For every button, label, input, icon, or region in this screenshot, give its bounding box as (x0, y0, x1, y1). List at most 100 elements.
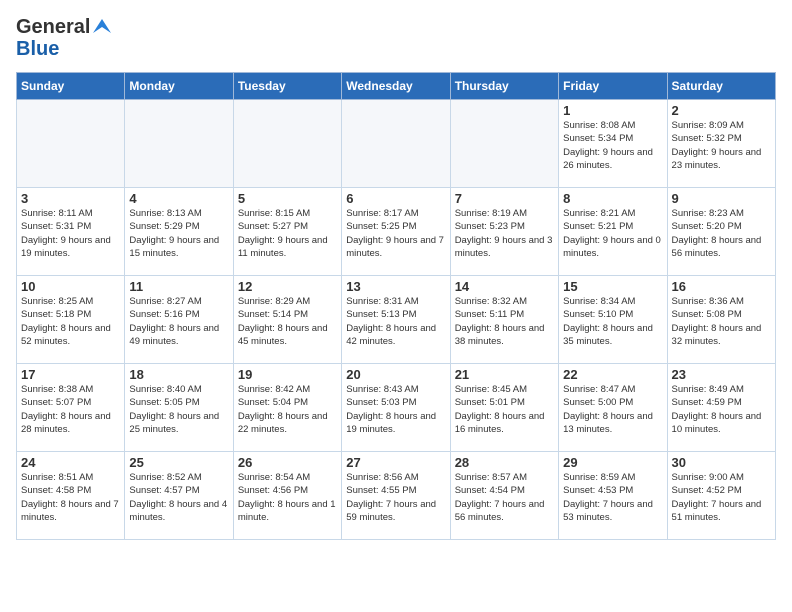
day-number: 16 (672, 279, 771, 294)
calendar-cell: 28Sunrise: 8:57 AM Sunset: 4:54 PM Dayli… (450, 452, 558, 540)
logo: General Blue (16, 16, 111, 60)
day-number: 29 (563, 455, 662, 470)
calendar-cell: 27Sunrise: 8:56 AM Sunset: 4:55 PM Dayli… (342, 452, 450, 540)
calendar-cell (17, 100, 125, 188)
day-info: Sunrise: 8:09 AM Sunset: 5:32 PM Dayligh… (672, 119, 771, 172)
calendar-cell (450, 100, 558, 188)
day-info: Sunrise: 8:45 AM Sunset: 5:01 PM Dayligh… (455, 383, 554, 436)
calendar-week-5: 24Sunrise: 8:51 AM Sunset: 4:58 PM Dayli… (17, 452, 776, 540)
day-info: Sunrise: 8:23 AM Sunset: 5:20 PM Dayligh… (672, 207, 771, 260)
calendar-cell: 7Sunrise: 8:19 AM Sunset: 5:23 PM Daylig… (450, 188, 558, 276)
calendar-cell: 30Sunrise: 9:00 AM Sunset: 4:52 PM Dayli… (667, 452, 775, 540)
calendar-cell: 25Sunrise: 8:52 AM Sunset: 4:57 PM Dayli… (125, 452, 233, 540)
calendar-cell: 10Sunrise: 8:25 AM Sunset: 5:18 PM Dayli… (17, 276, 125, 364)
day-number: 15 (563, 279, 662, 294)
day-info: Sunrise: 8:21 AM Sunset: 5:21 PM Dayligh… (563, 207, 662, 260)
calendar-cell: 2Sunrise: 8:09 AM Sunset: 5:32 PM Daylig… (667, 100, 775, 188)
day-info: Sunrise: 8:56 AM Sunset: 4:55 PM Dayligh… (346, 471, 445, 524)
day-number: 10 (21, 279, 120, 294)
day-info: Sunrise: 9:00 AM Sunset: 4:52 PM Dayligh… (672, 471, 771, 524)
calendar-cell: 24Sunrise: 8:51 AM Sunset: 4:58 PM Dayli… (17, 452, 125, 540)
calendar-cell: 9Sunrise: 8:23 AM Sunset: 5:20 PM Daylig… (667, 188, 775, 276)
calendar-week-3: 10Sunrise: 8:25 AM Sunset: 5:18 PM Dayli… (17, 276, 776, 364)
day-number: 21 (455, 367, 554, 382)
calendar-cell: 17Sunrise: 8:38 AM Sunset: 5:07 PM Dayli… (17, 364, 125, 452)
calendar-cell: 16Sunrise: 8:36 AM Sunset: 5:08 PM Dayli… (667, 276, 775, 364)
day-number: 28 (455, 455, 554, 470)
day-number: 24 (21, 455, 120, 470)
day-number: 4 (129, 191, 228, 206)
day-number: 25 (129, 455, 228, 470)
header: General Blue (16, 16, 776, 60)
day-header-saturday: Saturday (667, 73, 775, 100)
calendar-cell: 3Sunrise: 8:11 AM Sunset: 5:31 PM Daylig… (17, 188, 125, 276)
day-header-thursday: Thursday (450, 73, 558, 100)
calendar-cell: 19Sunrise: 8:42 AM Sunset: 5:04 PM Dayli… (233, 364, 341, 452)
calendar-cell: 13Sunrise: 8:31 AM Sunset: 5:13 PM Dayli… (342, 276, 450, 364)
day-number: 1 (563, 103, 662, 118)
day-number: 23 (672, 367, 771, 382)
day-number: 12 (238, 279, 337, 294)
day-info: Sunrise: 8:38 AM Sunset: 5:07 PM Dayligh… (21, 383, 120, 436)
calendar-cell: 22Sunrise: 8:47 AM Sunset: 5:00 PM Dayli… (559, 364, 667, 452)
day-info: Sunrise: 8:11 AM Sunset: 5:31 PM Dayligh… (21, 207, 120, 260)
calendar-body: 1Sunrise: 8:08 AM Sunset: 5:34 PM Daylig… (17, 100, 776, 540)
day-header-monday: Monday (125, 73, 233, 100)
day-info: Sunrise: 8:47 AM Sunset: 5:00 PM Dayligh… (563, 383, 662, 436)
logo-bird-icon (93, 19, 111, 33)
day-info: Sunrise: 8:49 AM Sunset: 4:59 PM Dayligh… (672, 383, 771, 436)
day-number: 2 (672, 103, 771, 118)
day-info: Sunrise: 8:29 AM Sunset: 5:14 PM Dayligh… (238, 295, 337, 348)
day-info: Sunrise: 8:13 AM Sunset: 5:29 PM Dayligh… (129, 207, 228, 260)
calendar-week-1: 1Sunrise: 8:08 AM Sunset: 5:34 PM Daylig… (17, 100, 776, 188)
day-info: Sunrise: 8:51 AM Sunset: 4:58 PM Dayligh… (21, 471, 120, 524)
day-info: Sunrise: 8:59 AM Sunset: 4:53 PM Dayligh… (563, 471, 662, 524)
logo-general-text: General (16, 16, 90, 38)
day-header-tuesday: Tuesday (233, 73, 341, 100)
day-number: 30 (672, 455, 771, 470)
calendar-cell (125, 100, 233, 188)
calendar-week-2: 3Sunrise: 8:11 AM Sunset: 5:31 PM Daylig… (17, 188, 776, 276)
logo-blue-text: Blue (16, 38, 111, 60)
day-info: Sunrise: 8:08 AM Sunset: 5:34 PM Dayligh… (563, 119, 662, 172)
day-header-sunday: Sunday (17, 73, 125, 100)
calendar-cell: 5Sunrise: 8:15 AM Sunset: 5:27 PM Daylig… (233, 188, 341, 276)
calendar-cell: 29Sunrise: 8:59 AM Sunset: 4:53 PM Dayli… (559, 452, 667, 540)
day-number: 14 (455, 279, 554, 294)
day-info: Sunrise: 8:15 AM Sunset: 5:27 PM Dayligh… (238, 207, 337, 260)
day-number: 7 (455, 191, 554, 206)
calendar-cell (342, 100, 450, 188)
calendar-cell: 15Sunrise: 8:34 AM Sunset: 5:10 PM Dayli… (559, 276, 667, 364)
day-info: Sunrise: 8:19 AM Sunset: 5:23 PM Dayligh… (455, 207, 554, 260)
day-number: 22 (563, 367, 662, 382)
day-number: 6 (346, 191, 445, 206)
calendar-cell: 6Sunrise: 8:17 AM Sunset: 5:25 PM Daylig… (342, 188, 450, 276)
day-info: Sunrise: 8:40 AM Sunset: 5:05 PM Dayligh… (129, 383, 228, 436)
day-info: Sunrise: 8:42 AM Sunset: 5:04 PM Dayligh… (238, 383, 337, 436)
day-header-wednesday: Wednesday (342, 73, 450, 100)
day-info: Sunrise: 8:34 AM Sunset: 5:10 PM Dayligh… (563, 295, 662, 348)
day-number: 11 (129, 279, 228, 294)
calendar-cell: 11Sunrise: 8:27 AM Sunset: 5:16 PM Dayli… (125, 276, 233, 364)
day-number: 13 (346, 279, 445, 294)
day-info: Sunrise: 8:36 AM Sunset: 5:08 PM Dayligh… (672, 295, 771, 348)
calendar-cell: 23Sunrise: 8:49 AM Sunset: 4:59 PM Dayli… (667, 364, 775, 452)
day-number: 3 (21, 191, 120, 206)
calendar-cell: 14Sunrise: 8:32 AM Sunset: 5:11 PM Dayli… (450, 276, 558, 364)
day-info: Sunrise: 8:25 AM Sunset: 5:18 PM Dayligh… (21, 295, 120, 348)
day-info: Sunrise: 8:54 AM Sunset: 4:56 PM Dayligh… (238, 471, 337, 524)
calendar-week-4: 17Sunrise: 8:38 AM Sunset: 5:07 PM Dayli… (17, 364, 776, 452)
day-number: 9 (672, 191, 771, 206)
calendar-cell: 12Sunrise: 8:29 AM Sunset: 5:14 PM Dayli… (233, 276, 341, 364)
day-number: 26 (238, 455, 337, 470)
day-number: 8 (563, 191, 662, 206)
day-number: 27 (346, 455, 445, 470)
day-info: Sunrise: 8:27 AM Sunset: 5:16 PM Dayligh… (129, 295, 228, 348)
calendar-cell (233, 100, 341, 188)
day-info: Sunrise: 8:17 AM Sunset: 5:25 PM Dayligh… (346, 207, 445, 260)
day-info: Sunrise: 8:32 AM Sunset: 5:11 PM Dayligh… (455, 295, 554, 348)
calendar-cell: 1Sunrise: 8:08 AM Sunset: 5:34 PM Daylig… (559, 100, 667, 188)
day-number: 19 (238, 367, 337, 382)
day-info: Sunrise: 8:31 AM Sunset: 5:13 PM Dayligh… (346, 295, 445, 348)
day-info: Sunrise: 8:57 AM Sunset: 4:54 PM Dayligh… (455, 471, 554, 524)
